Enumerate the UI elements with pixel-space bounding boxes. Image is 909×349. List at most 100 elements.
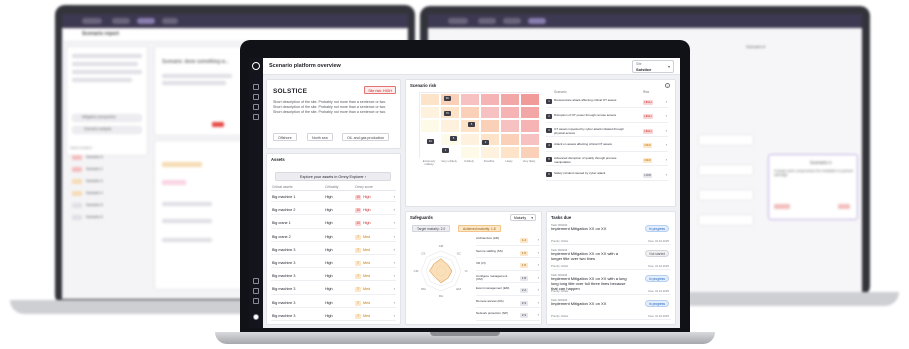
asset-criticality: High <box>325 287 333 292</box>
info-icon[interactable]: i <box>665 83 670 88</box>
chevron-right-icon[interactable]: › <box>666 128 667 133</box>
safeguard-row[interactable]: Vill (VI) 1.5 › <box>476 261 540 271</box>
bg-left-item-2: Scenario 2 <box>86 167 103 171</box>
risk-matrix-marker[interactable]: 1 <box>442 148 449 154</box>
chevron-right-icon[interactable]: › <box>394 273 395 278</box>
chevron-right-icon[interactable]: › <box>394 313 395 318</box>
scenario-row[interactable]: 4 Attack on assets affecting critical OT … <box>546 141 668 152</box>
risk-matrix-cell <box>520 93 540 107</box>
chevron-right-icon[interactable]: › <box>394 260 395 265</box>
scenario-row[interactable]: 2 Disruption of OT power through remote a… <box>546 112 668 123</box>
chevron-right-icon[interactable]: › <box>666 157 667 162</box>
table-row[interactable]: Big machine 2 High 10 High › <box>271 205 396 216</box>
task-item[interactable]: Task 000234 Implement Mitigation XX on XX… <box>551 297 671 320</box>
table-row[interactable]: Big machine 3 High 7 Med › <box>271 298 396 308</box>
task-item[interactable]: Task 000234 Implement Mitigation XX on XX… <box>551 272 671 295</box>
chevron-right-icon[interactable]: › <box>538 287 539 292</box>
scenario-risk-badge: MED <box>643 143 653 149</box>
task-item[interactable]: Task 000234 Implement Mitigation XX on XX… <box>551 247 671 270</box>
safeguard-row[interactable]: Remote access (RA) 2.3 › <box>476 299 540 308</box>
app-logo-icon[interactable] <box>252 62 260 70</box>
chevron-right-icon[interactable]: › <box>666 99 667 104</box>
table-row[interactable]: Big machine 3 High 7 Med › <box>271 284 396 295</box>
chevron-right-icon[interactable]: › <box>538 250 539 255</box>
chevron-right-icon[interactable]: › <box>538 312 539 317</box>
safeguard-value: 1.5 <box>520 250 528 256</box>
table-row[interactable]: Big machine 1 High 10 High › <box>271 192 396 203</box>
safeguard-row[interactable]: Architecture (AR) 1.2 › <box>476 236 540 246</box>
chevron-right-icon[interactable]: › <box>666 113 667 118</box>
task-priority: Priority: HIGH <box>551 239 569 243</box>
table-row[interactable]: Big machine 3 High 7 Med › <box>271 245 396 255</box>
asset-name: Big machine 3 <box>272 261 296 265</box>
chevron-right-icon[interactable]: › <box>666 172 667 177</box>
safeguard-row[interactable]: Secure staffing (SS) 1.5 › <box>476 249 540 258</box>
scenario-number: 1 <box>546 99 552 104</box>
nav-home-icon[interactable] <box>253 84 259 90</box>
nav-safeguards-icon[interactable] <box>253 114 259 120</box>
maturity-select[interactable]: Maturity ▾ <box>510 214 536 221</box>
chevron-right-icon[interactable]: › <box>394 234 395 239</box>
site-name: SOLSTICE <box>273 88 308 95</box>
site-select[interactable]: Site Solstice ▾ <box>632 60 674 73</box>
risk-matrix-cell <box>460 145 480 159</box>
chevron-right-icon[interactable]: › <box>394 220 395 225</box>
risk-matrix-marker[interactable]: 9C <box>444 96 451 102</box>
asset-name: Big machine 3 <box>272 274 296 279</box>
safeguard-name: Architecture (AR) <box>476 236 500 240</box>
scenario-text: Disruption of OT power through remote ac… <box>554 112 617 117</box>
nav-scenarios-icon[interactable] <box>253 94 259 100</box>
chevron-right-icon[interactable]: › <box>394 194 395 199</box>
maturity-select-label: Maturity <box>514 216 527 220</box>
risk-matrix-marker[interactable]: 1C <box>427 139 434 145</box>
col-omny-score: Omny score <box>355 185 373 189</box>
task-item[interactable]: Task 000234 Implement Mitigation XX on XX… <box>551 222 671 245</box>
table-row[interactable]: Big crane 2 High 7 Med › <box>271 232 396 242</box>
table-row[interactable]: Big machine 3 High 7 Med › <box>271 271 396 282</box>
risk-matrix-cell <box>520 145 540 159</box>
radar-axis-label: SC <box>457 252 462 256</box>
risk-matrix-marker[interactable]: 6 <box>468 122 475 128</box>
chevron-right-icon[interactable]: › <box>394 286 395 291</box>
task-status-badge: In progress <box>645 225 669 232</box>
nav-help-icon[interactable] <box>253 278 259 284</box>
scenario-row[interactable]: 3 OT assets impacted by cyber attack init… <box>546 126 668 138</box>
safeguard-row[interactable]: Network protection (NP) 2.3 › <box>476 311 540 321</box>
scenario-row[interactable]: 5 Advanced disruption of quality through … <box>546 155 668 167</box>
risk-matrix-cell <box>420 145 440 159</box>
risk-matrix-marker[interactable]: 5 <box>450 135 457 141</box>
safeguard-row[interactable]: Configure management (CM) 1.8 › <box>476 274 540 283</box>
user-avatar-icon[interactable] <box>253 314 259 320</box>
scenario-number: 6 <box>546 172 552 177</box>
chevron-right-icon[interactable]: › <box>394 247 395 252</box>
col-critical-assets: Critical assets <box>272 185 293 189</box>
chevron-right-icon[interactable]: › <box>538 262 539 267</box>
scenario-row[interactable]: 1 Ransomware attack affecting critical OT… <box>546 97 668 108</box>
table-row[interactable]: Big crane 1 High 10 High › <box>271 218 396 229</box>
nav-settings-icon[interactable] <box>253 288 259 294</box>
chevron-right-icon[interactable]: › <box>538 300 539 305</box>
task-priority: Priority: HIGH <box>551 289 569 293</box>
scenario-text: Ransomware attack affecting critical OT … <box>554 98 617 102</box>
bg-left-item-1: Scenario A <box>86 155 103 159</box>
chevron-right-icon[interactable]: › <box>666 142 667 147</box>
scenario-row[interactable]: 6 Safety incident caused by cyber attack L… <box>546 170 668 181</box>
chevron-right-icon[interactable]: › <box>394 300 395 305</box>
bg-right-title: Scenario A <box>746 44 766 49</box>
table-row[interactable]: Big machine 3 High 7 Med › <box>271 258 396 269</box>
scenario-number: 3 <box>546 128 552 134</box>
chevron-right-icon[interactable]: › <box>394 207 395 212</box>
safeguard-row[interactable]: Event management (EM) 2.2 › <box>476 286 540 296</box>
nav-notifications-icon[interactable] <box>253 298 259 304</box>
risk-matrix-marker[interactable]: 7C <box>444 110 451 116</box>
scenario-risk-badge: LOW <box>643 172 653 178</box>
chevron-right-icon[interactable]: › <box>538 275 539 280</box>
nav-assets-icon[interactable] <box>253 104 259 110</box>
explore-assets-button[interactable]: Explore your assets in Omny Explorer › <box>275 172 391 181</box>
table-row[interactable]: Big machine 3 High 7 Med › <box>271 311 396 321</box>
bg-left-item-6: Scenario 6 <box>86 215 103 219</box>
safeguard-value: 1.8 <box>520 275 528 281</box>
chevron-right-icon[interactable]: › <box>538 237 539 242</box>
risk-col-header: Risk <box>643 90 650 94</box>
risk-matrix-marker[interactable]: 2 <box>482 139 489 145</box>
